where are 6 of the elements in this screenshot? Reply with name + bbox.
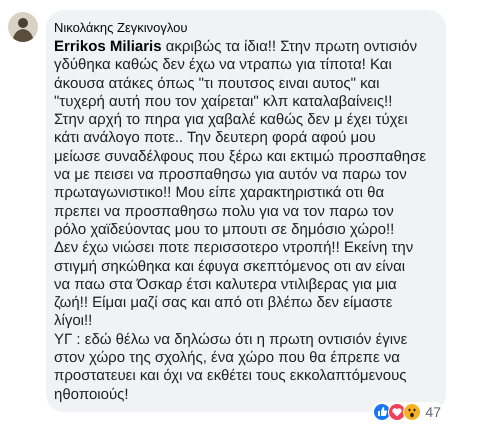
mention-link[interactable]: Errikos Miliaris [54,38,162,55]
author-name[interactable]: Νικολάκης Ζεγκινογλου [54,20,188,36]
comment-text: Errikos Miliaris ακριβώς τα ίδια!! Στην πρωτη οντισιόν γδύθηκα καθώς δεν έχω να ντραπω για τίποτα! Και άκουσα ατάκες όπως "τι πουτσος ειναι αυτος" και "τυχερή αυτή που τον χαίρεται" κλπ καταλαβαίνεις!! Στην αρχή το πηρα για χαβαλέ καθώς δεν μ έχει τύχει κάτι ανάλογο ποτε.. Την δευτερη φορά αφού μου μείωσε συναδέλφους που ξέρω και εκτιμώ προσπαθησε να με πεισει να προσπαθησω για αυτόν να παρω τον πρωταγωνιστικο!! Μου είπε χαρακτηριστικά οτι θα πρεπει να προσπαθησω πολυ για να τον παρω τον ρόλο χαϊδεύοντας μου το μπουτι σε δημόσιο χώρο!! Δεν έχω νιώσει ποτε περισσοτερο ντροπή!! Εκείνη την στιγμή σηκώθηκα και έφυγα σκεπτόμενος οτι αν είναι να παω στα Όσκαρ έτσι καλυτερα ντιλιβερας για μια ζωή!! Είμαι μαζί σας και από οτι βλέπω δεν είμαστε λίγοι!! ΥΓ : εδώ θέλω να δηλώσω ότι η πρωτη οντισιόν έγινε στον χώρο της σχολής, ένα χώρο που θα έπρεπε να προστατευει και όχι να εκθέτει τους εκκολαπτόμενους ηθοποιούς! [54,38,428,404]
wow-emoji-icon[interactable] [403,402,422,421]
avatar[interactable] [8,12,38,42]
reaction-count[interactable]: 47 [425,404,441,420]
